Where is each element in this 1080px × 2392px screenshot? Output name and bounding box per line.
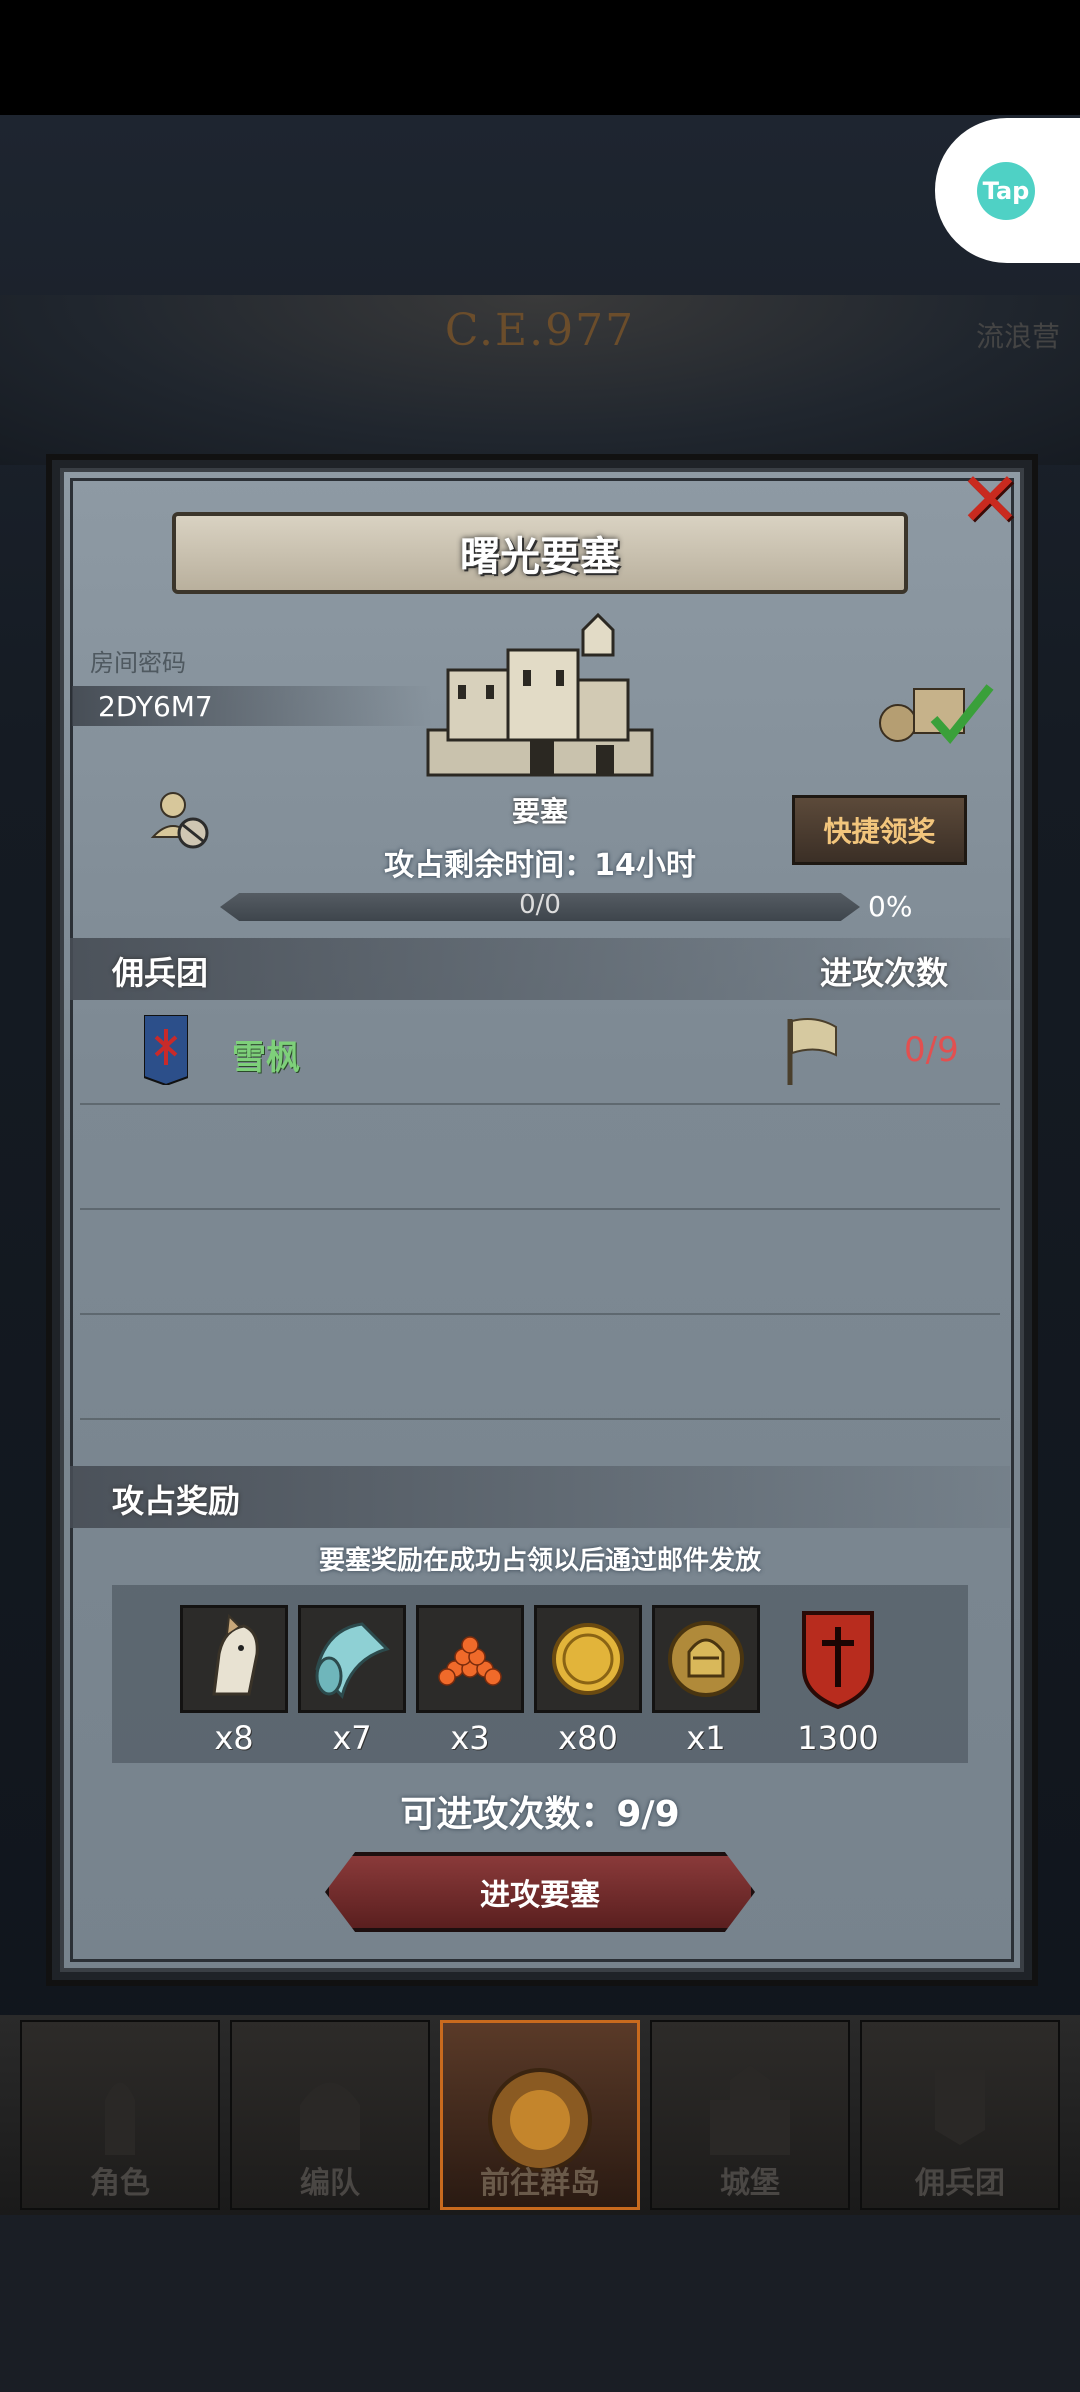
gold-coin-icon [534,1605,642,1713]
progress-text: 0/0 [519,890,561,920]
castle-icon [710,2065,790,2155]
nav-label: 角色 [90,2166,150,2201]
reward-item-shield[interactable]: 1300 [784,1605,892,1757]
reward-qty: x7 [332,1719,372,1757]
nav-item-character[interactable]: 角色 [20,2020,220,2210]
reward-qty: 1300 [797,1719,879,1757]
fortress-castle-icon [426,612,654,777]
room-password-label: 房间密码 [90,649,186,677]
reward-item-knight-coin[interactable]: x1 [652,1605,760,1757]
reward-note: 要塞奖励在成功占领以后通过邮件发放 [318,1546,761,1576]
helmet-icon [300,2082,360,2150]
reward-qty: x8 [214,1719,254,1757]
progress-percent: 0% [868,890,913,923]
nav-label: 城堡 [720,2166,780,2201]
reward-qty: x3 [450,1719,490,1757]
dialog-title: 曙光要塞 [172,512,908,594]
caviar-icon [416,1605,524,1713]
flag-icon [787,1018,837,1085]
reward-qty: x1 [686,1719,726,1757]
guild-attack-count: 0/9 [904,1030,959,1070]
mercenary-header: 佣兵团 [112,954,209,992]
row-divider [80,1313,1000,1315]
top-right-label: 流浪营 [975,320,1060,353]
attack-fortress-button[interactable]: 进攻要塞 [325,1852,755,1932]
close-button[interactable]: ✕ [950,460,1030,540]
nav-label: 编队 [300,2166,360,2201]
nav-label: 佣兵团 [915,2166,1005,2201]
reward-header: 攻占奖励 [112,1482,241,1520]
nav-item-castle[interactable]: 城堡 [650,2020,850,2210]
attack-count-header: 进攻次数 [820,954,949,992]
row-divider [80,1418,1000,1420]
reward-item-horse[interactable]: x8 [180,1605,288,1757]
reward-qty: x80 [558,1719,618,1757]
claimed-rewards-icon[interactable] [878,675,998,750]
nav-item-islands[interactable]: 前往群岛 [440,2020,640,2210]
guild-banner-icon [144,1015,188,1085]
status-bar [0,0,1080,115]
year-badge: C.E.977 [444,305,636,356]
tap-logo-icon: Tap [977,161,1035,220]
cloth-icon [298,1605,406,1713]
nav-item-formation[interactable]: 编队 [230,2020,430,2210]
remaining-attempts: 可进攻次数：9/9 [400,1794,680,1835]
reward-item-caviar[interactable]: x3 [416,1605,524,1757]
time-remaining: 攻占剩余时间：14小时 [384,848,696,883]
horse-icon [180,1605,288,1713]
nav-item-mercenary[interactable]: 佣兵团 [860,2020,1060,2210]
banner-icon [935,2070,985,2155]
reward-item-gold-coin[interactable]: x80 [534,1605,642,1757]
system-nav-area [0,2215,1080,2392]
row-divider [80,1103,1000,1105]
red-shield-icon [784,1605,892,1713]
knight-icon [105,2082,135,2155]
tap-floating-button[interactable]: Tap [935,118,1080,263]
nav-label: 前往群岛 [480,2166,600,2201]
row-divider [80,1208,1000,1210]
room-password-value[interactable]: 2DY6M7 [98,690,213,723]
knight-helmet-coin-icon [652,1605,760,1713]
guild-name[interactable]: 雪枫 [232,1030,300,1079]
reward-item-cloth[interactable]: x7 [298,1605,406,1757]
